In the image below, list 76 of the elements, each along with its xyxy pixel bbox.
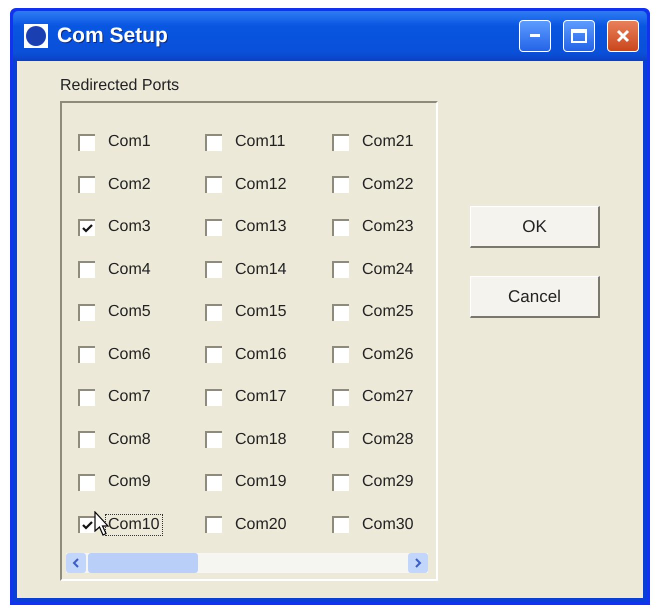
port-label[interactable]: Com11 — [232, 131, 288, 153]
checkbox[interactable] — [332, 516, 349, 533]
port-label[interactable]: Com5 — [105, 301, 154, 323]
port-label[interactable]: Com26 — [359, 344, 417, 366]
port-label[interactable]: Com22 — [359, 174, 417, 196]
port-label[interactable]: Com1 — [105, 131, 154, 153]
checkbox[interactable] — [205, 431, 222, 448]
maximize-button[interactable] — [563, 20, 595, 52]
port-label[interactable]: Com28 — [359, 428, 417, 450]
port-label[interactable]: Com30 — [359, 514, 417, 536]
port-label[interactable]: Com14 — [232, 258, 290, 280]
checkbox[interactable] — [78, 134, 95, 150]
checkbox[interactable] — [332, 176, 349, 193]
port-label[interactable]: Com29 — [359, 471, 417, 493]
checkbox[interactable] — [332, 388, 349, 406]
checkbox[interactable] — [205, 474, 222, 490]
maximize-icon — [571, 29, 587, 43]
minimize-icon — [530, 34, 540, 38]
mouse-pointer-icon — [94, 511, 110, 537]
checkbox[interactable] — [205, 346, 222, 363]
checkbox[interactable] — [78, 261, 95, 278]
close-button[interactable] — [607, 20, 639, 52]
checkbox[interactable] — [78, 304, 95, 320]
port-label[interactable]: Com23 — [359, 216, 417, 238]
port-label[interactable]: Com15 — [232, 301, 290, 323]
port-label[interactable]: Com3 — [105, 216, 154, 238]
dialog-button[interactable]: OK — [470, 206, 600, 248]
checkbox[interactable] — [78, 474, 95, 490]
port-label[interactable]: Com12 — [232, 174, 290, 196]
checkbox[interactable] — [205, 134, 222, 150]
group-label: Redirected Ports — [60, 77, 180, 95]
checkmark-icon — [82, 521, 93, 530]
checkbox[interactable] — [205, 304, 222, 320]
checkmark-icon — [82, 224, 93, 232]
dialog-button[interactable]: Cancel — [470, 276, 600, 318]
port-label[interactable]: Com27 — [359, 386, 417, 408]
port-label[interactable]: Com13 — [232, 216, 290, 238]
port-label[interactable]: Com19 — [232, 471, 290, 493]
close-icon — [616, 29, 630, 43]
port-label[interactable]: Com17 — [232, 386, 290, 408]
port-label[interactable]: Com16 — [232, 344, 290, 366]
checkbox[interactable] — [332, 431, 349, 448]
port-label[interactable]: Com20 — [232, 514, 290, 536]
port-label[interactable]: Com8 — [105, 428, 154, 450]
port-label[interactable]: Com9 — [105, 471, 154, 493]
checkbox[interactable] — [332, 134, 349, 150]
port-label[interactable]: Com6 — [105, 344, 154, 366]
checkbox[interactable] — [205, 218, 222, 236]
checkbox[interactable] — [332, 304, 349, 320]
checkbox[interactable] — [78, 431, 95, 448]
checkbox[interactable] — [332, 261, 349, 278]
checkbox[interactable] — [332, 218, 349, 236]
scroll-left-button[interactable] — [66, 553, 86, 573]
port-label[interactable]: Com18 — [232, 428, 290, 450]
port-label[interactable]: Com24 — [359, 258, 417, 280]
scroll-right-button[interactable] — [408, 553, 428, 573]
port-label[interactable]: Com2 — [105, 174, 154, 196]
scroll-thumb[interactable] — [88, 553, 198, 573]
checkbox[interactable] — [332, 346, 349, 363]
port-label[interactable]: Com7 — [105, 386, 154, 408]
checkbox[interactable] — [78, 346, 95, 363]
port-label[interactable]: Com21 — [359, 131, 417, 153]
port-label[interactable]: Com4 — [105, 258, 154, 280]
window-title: Com Setup — [57, 24, 169, 48]
port-label[interactable]: Com25 — [359, 301, 417, 323]
checkbox[interactable] — [205, 176, 222, 193]
minimize-button[interactable] — [519, 20, 551, 52]
app-icon — [23, 23, 49, 49]
checkbox[interactable] — [78, 218, 95, 236]
checkbox[interactable] — [205, 388, 222, 406]
checkbox[interactable] — [78, 388, 95, 406]
checkbox[interactable] — [205, 516, 222, 533]
checkbox[interactable] — [205, 261, 222, 278]
checkbox[interactable] — [78, 516, 95, 533]
checkbox[interactable] — [78, 176, 95, 193]
checkbox[interactable] — [332, 474, 349, 490]
